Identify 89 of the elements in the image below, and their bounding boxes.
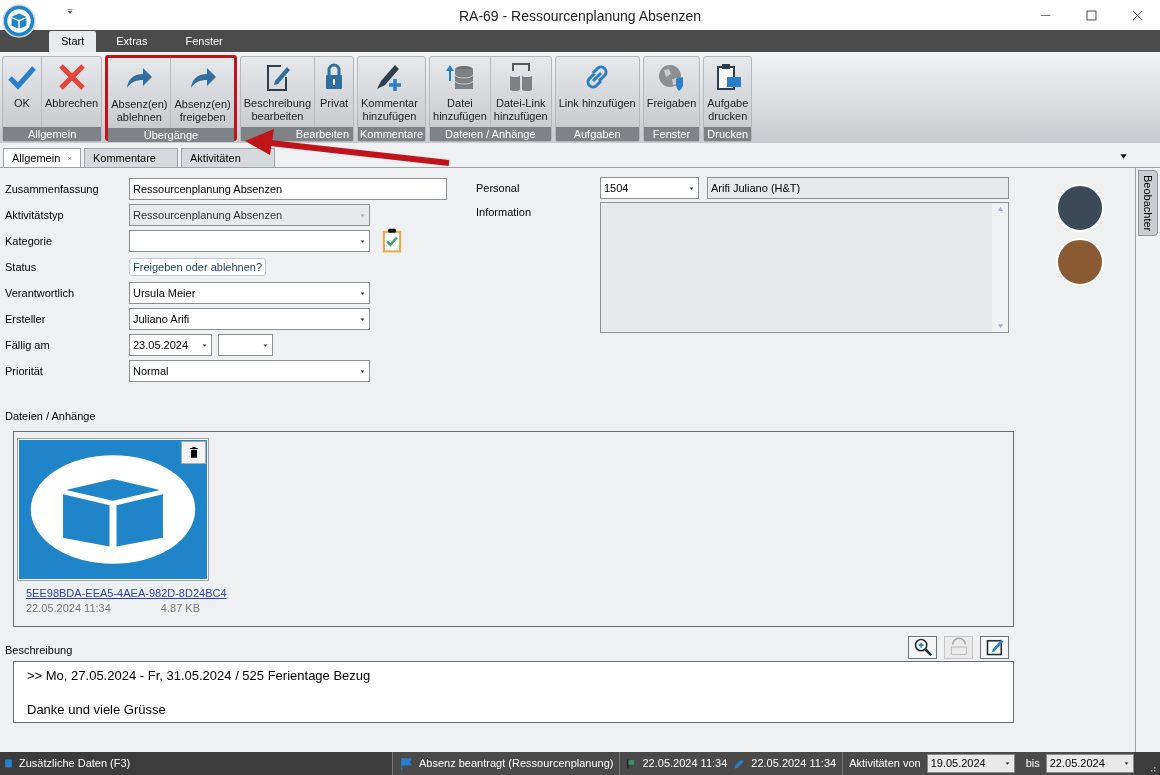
dropdown-field[interactable]: Juliano Arifi [129,308,370,330]
date-dropdown[interactable]: 19.05.2024 [926,754,1015,773]
file-link[interactable]: 5EE98BDA-EEA5-4AEA-982D-8D24BC4 [26,585,227,600]
group-label: Bearbeiten [240,127,354,141]
caret-icon [1003,761,1011,766]
dropdown-field: Ressourcenplanung Absenzen [129,204,370,226]
document-tab[interactable]: Allgemein [3,148,81,167]
field-label: Priorität [5,363,44,379]
delete-button[interactable] [181,440,206,464]
document-tab[interactable]: Aktivitäten [181,148,275,167]
caret-icon [688,185,695,191]
modified-date: 22.05.2024 11:34 [751,756,837,772]
caret-icon [262,342,269,348]
trash-icon [187,445,200,459]
time-field[interactable] [218,334,273,356]
filter-label: Aktivitäten von [849,756,921,772]
group-label: Aufgaben [555,127,639,141]
scroll-down-icon [995,323,1005,329]
group-label: Kommentare [358,127,425,141]
caret-icon [359,368,366,374]
readonly-field: Arifi Juliano (H&T) [707,177,1009,199]
ribbon-tab[interactable]: Fenster [167,31,241,52]
created-date: 22.05.2024 11:34 [642,756,728,772]
field-label: Kategorie [5,233,54,249]
description-text: Danke und viele Grüsse [27,701,167,718]
ribbon-button[interactable]: OK [3,57,41,127]
dropdown-field[interactable]: Normal [129,360,370,382]
file-size: 4.87 KB [160,600,200,616]
dropdown-field[interactable]: Ursula Meier [129,282,370,304]
edit-button[interactable] [980,635,1009,659]
ribbon-button[interactable]: Datei hinzufügen [430,57,490,127]
status-text: Absenz beantragt (Ressourcenplanung) [419,756,614,772]
section-label: Beschreibung [5,643,73,658]
pencil-icon [733,757,746,770]
group-label: Übergänge [108,128,234,142]
group-label: Allgemein [3,127,102,141]
ribbon-button[interactable]: Privat [314,57,354,127]
ribbon-button[interactable]: Link hinzufügen [555,57,639,127]
ribbon-tab[interactable]: Extras [98,31,166,52]
field-label: Aktivitätstyp [5,207,65,223]
caret-icon [359,316,366,322]
section-label: Dateien / Anhänge [5,409,97,424]
dropdown-field[interactable]: 1504 [600,177,699,199]
group-label: Dateien / Anhänge [430,127,551,141]
additional-data-button[interactable]: Zusätzliche Daten (F3) [0,752,392,775]
side-tab[interactable]: Beobachter [1138,170,1158,236]
ribbon-tab[interactable]: Start [49,31,97,52]
filter-label: bis [1025,756,1040,772]
file-date: 22.05.2024 11:34 [26,600,111,616]
dropdown-field[interactable] [129,230,370,252]
maximize-icon [1085,9,1097,21]
status-button[interactable]: Freigeben oder ablehnen? [129,258,267,276]
text-field[interactable]: Ressourcenplanung Absenzen [129,178,447,200]
field-label: Verantwortlich [5,285,76,301]
zoom-button[interactable] [908,635,937,659]
caret-icon [1122,761,1130,766]
field-label: Zusammenfassung [5,181,100,197]
scrollbar[interactable] [992,203,1008,332]
date-field[interactable]: 23.05.2024 [129,334,212,356]
scroll-up-icon [995,206,1005,212]
ribbon-button[interactable]: Aufgabe drucken [704,57,752,127]
field-label: Personal [476,180,521,196]
window-title: RA-69 - Ressourcenplanung Absenzen [457,7,702,26]
tab-list-caret-icon [1119,153,1128,160]
group-label: Drucken [704,127,752,141]
caret-icon [201,342,208,348]
caret-icon [359,212,366,218]
field-label: Fällig am [5,337,51,353]
flag-icon [399,756,413,771]
caret-icon [359,238,366,244]
ribbon-button[interactable]: Beschreibung bearbeiten [240,57,315,127]
field-label: Information [476,205,533,220]
spellcheck-button[interactable] [944,635,973,659]
close-icon [1131,9,1143,21]
document-tab[interactable]: Kommentare [84,148,178,167]
avatar [1056,238,1104,286]
description-text: >> Mo, 27.05.2024 - Fr, 31.05.2024 / 525 Ferientage Bezug [27,667,372,684]
quick-access-caret-icon [66,8,74,16]
avatar [1056,184,1104,232]
ribbon-button[interactable]: Freigaben [643,57,700,127]
edit-document-icon [984,637,1005,657]
ribbon-button[interactable]: Kommentar hinzufügen [358,57,421,127]
ribbon-button[interactable]: Absenz(en) ablehnen [108,58,171,128]
field-label: Ersteller [5,311,47,327]
date-dropdown[interactable]: 22.05.2024 [1045,754,1134,773]
group-label: Fenster [643,127,700,141]
caret-icon [359,290,366,296]
field-label: Status [5,259,38,275]
zoom-in-icon [912,637,933,657]
